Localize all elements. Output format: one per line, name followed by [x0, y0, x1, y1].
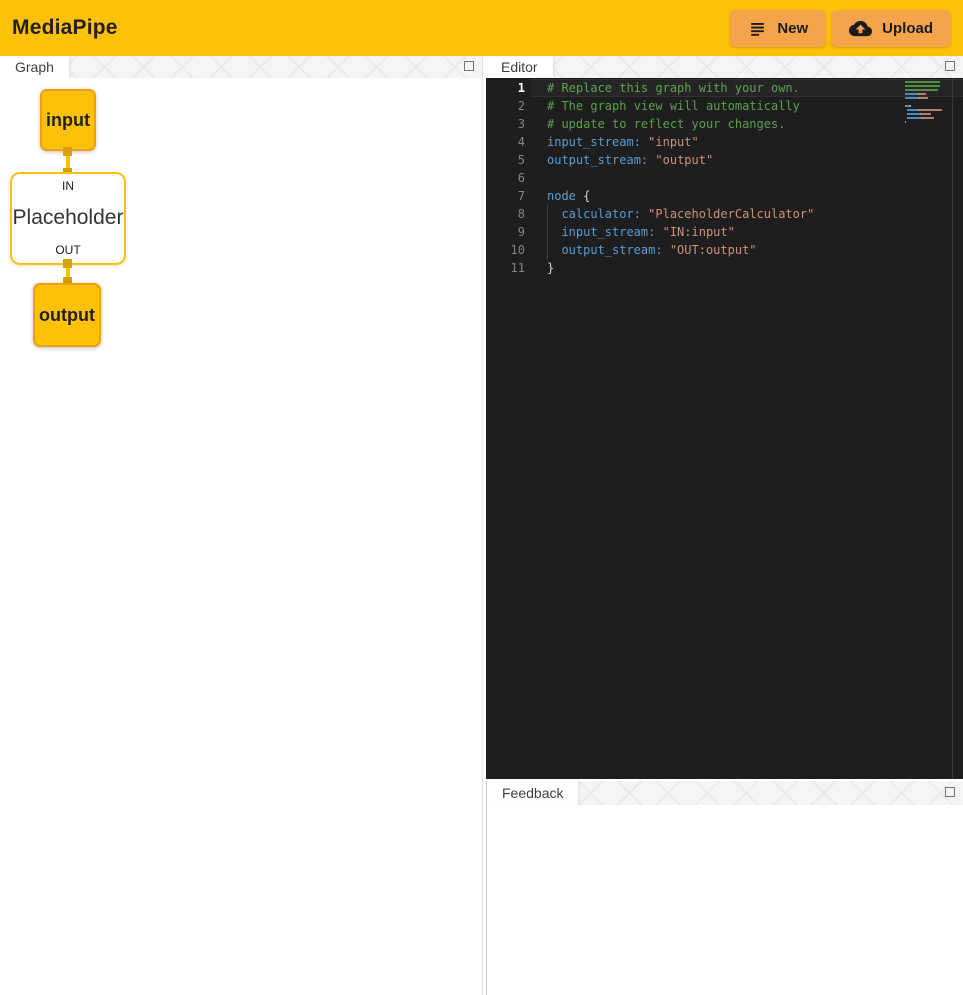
code-line[interactable]: 4 input_stream: "input"	[486, 133, 963, 151]
feedback-tabstrip: Feedback	[487, 781, 963, 805]
code-line[interactable]: 3 # update to reflect your changes.	[486, 115, 963, 133]
line-text: node {	[547, 187, 590, 205]
minimap-line	[907, 117, 942, 119]
feedback-content	[487, 805, 963, 995]
minimap-line	[905, 121, 942, 123]
line-number[interactable]: 2	[486, 97, 525, 115]
port-square-input-out	[63, 147, 72, 156]
code-line[interactable]: 2 # The graph view will automatically	[486, 97, 963, 115]
line-number[interactable]: 10	[486, 241, 525, 259]
output-node-label: output	[39, 305, 95, 326]
code-line[interactable]: 6	[486, 169, 963, 187]
code-line[interactable]: 1 # Replace this graph with your own.	[486, 79, 963, 97]
graph-node-input[interactable]: input	[40, 89, 96, 151]
placeholder-out-port-label: OUT	[55, 243, 80, 257]
code-editor[interactable]: 1 # Replace this graph with your own. 2 # T…	[486, 78, 963, 779]
minimap-line	[905, 81, 942, 83]
new-button[interactable]: New	[730, 10, 826, 47]
port-square-placeholder-out	[63, 259, 72, 268]
editor-panel: Editor 1 # Replace this graph with your o…	[486, 56, 963, 779]
graph-node-output[interactable]: output	[33, 283, 101, 347]
minimap-line	[907, 113, 942, 115]
new-button-label: New	[777, 20, 808, 37]
code-line[interactable]: 9 input_stream: "IN:input"	[486, 223, 963, 241]
line-number[interactable]: 4	[486, 133, 525, 151]
graph-panel: Graph input IN Placeholder OUT output	[0, 56, 483, 995]
line-number[interactable]: 1	[486, 79, 525, 97]
cloud-upload-icon	[849, 17, 872, 40]
code-line[interactable]: 10 output_stream: "OUT:output"	[486, 241, 963, 259]
upload-button[interactable]: Upload	[831, 10, 951, 47]
line-number[interactable]: 3	[486, 115, 525, 133]
line-number[interactable]: 8	[486, 205, 525, 223]
code-line[interactable]: 5 output_stream: "output"	[486, 151, 963, 169]
editor-maximize-icon[interactable]	[945, 61, 955, 71]
placeholder-node-label: Placeholder	[13, 206, 124, 230]
graph-canvas[interactable]: input IN Placeholder OUT output	[0, 78, 482, 995]
tab-editor[interactable]: Editor	[486, 56, 553, 78]
input-node-label: input	[46, 110, 90, 131]
app-title: MediaPipe	[12, 16, 118, 40]
line-number[interactable]: 5	[486, 151, 525, 169]
feedback-maximize-icon[interactable]	[945, 787, 955, 797]
line-text: output_stream: "output"	[547, 151, 713, 169]
minimap-line	[905, 93, 942, 95]
line-text: # update to reflect your changes.	[547, 115, 785, 133]
upload-button-label: Upload	[882, 20, 933, 37]
line-text: }	[547, 259, 554, 277]
line-text: output_stream: "OUT:output"	[547, 241, 757, 259]
line-number[interactable]: 6	[486, 169, 525, 187]
app-header: MediaPipe New Upload	[0, 0, 963, 56]
minimap-line	[905, 105, 942, 107]
minimap-line	[905, 97, 942, 99]
code-line[interactable]: 8 calculator: "PlaceholderCalculator"	[486, 205, 963, 223]
line-text: # Replace this graph with your own.	[547, 79, 800, 97]
line-text: # The graph view will automatically	[547, 97, 800, 115]
tab-graph[interactable]: Graph	[0, 56, 69, 78]
code-line[interactable]: 7 node {	[486, 187, 963, 205]
editor-scrollbar-rule	[952, 78, 953, 779]
editor-tabstrip: Editor	[486, 56, 963, 78]
line-number[interactable]: 11	[486, 259, 525, 277]
header-buttons: New Upload	[730, 10, 951, 47]
minimap[interactable]	[905, 81, 942, 125]
line-text: calculator: "PlaceholderCalculator"	[547, 205, 814, 223]
menu-lines-icon	[748, 19, 767, 38]
minimap-line	[905, 101, 942, 103]
line-text: input_stream: "input"	[547, 133, 699, 151]
minimap-line	[905, 85, 942, 87]
minimap-line	[907, 109, 942, 111]
graph-maximize-icon[interactable]	[464, 61, 474, 71]
line-text: input_stream: "IN:input"	[547, 223, 735, 241]
line-number[interactable]: 7	[486, 187, 525, 205]
placeholder-in-port-label: IN	[62, 179, 74, 193]
minimap-line	[905, 89, 942, 91]
graph-tabstrip: Graph	[0, 56, 482, 78]
code-lines: 1 # Replace this graph with your own. 2 # T…	[486, 79, 963, 277]
line-number[interactable]: 9	[486, 223, 525, 241]
code-line[interactable]: 11}	[486, 259, 963, 277]
feedback-panel: Feedback	[486, 781, 963, 995]
graph-node-placeholder[interactable]: IN Placeholder OUT	[10, 172, 126, 265]
tab-feedback[interactable]: Feedback	[487, 781, 578, 805]
